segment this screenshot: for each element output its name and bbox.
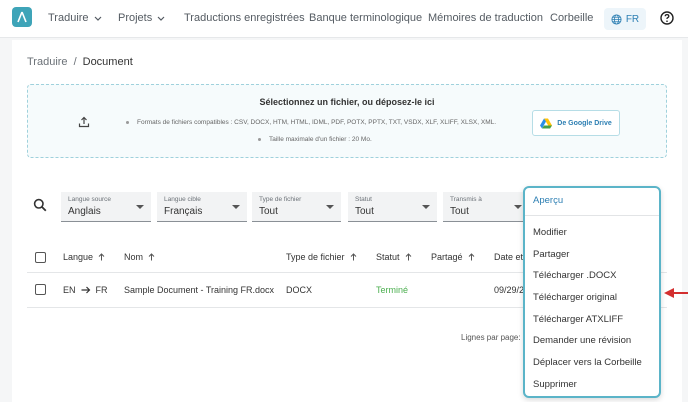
menu-item-demander-revision[interactable]: Demander une révision: [533, 335, 631, 346]
sort-arrow-up-icon: [468, 253, 474, 261]
filter-value: Anglais: [68, 206, 101, 217]
filter-value: Tout: [450, 206, 469, 217]
google-drive-icon: [540, 118, 553, 128]
filter-status[interactable]: Statut Tout: [348, 192, 437, 222]
filter-label: Transmis à: [450, 196, 482, 203]
row-language-pair: EN FR: [63, 285, 108, 295]
breadcrumb: Traduire / Document: [27, 56, 133, 68]
select-all-checkbox[interactable]: [35, 252, 46, 263]
bullet-dot: [126, 120, 129, 124]
nav-traduire-label: Traduire: [48, 12, 89, 24]
dropzone-formats: Formats de fichiers compatibles : CSV, D…: [137, 119, 497, 126]
dropzone-formats-line: Formats de fichiers compatibles : CSV, D…: [126, 119, 496, 126]
row-file-name[interactable]: Sample Document - Training FR.docx: [124, 285, 274, 295]
language-selector-button[interactable]: FR: [604, 8, 646, 30]
language-code: FR: [625, 13, 640, 25]
rows-per-page-label: Lignes par page:: [461, 333, 521, 342]
column-header-partage[interactable]: Partagé: [431, 252, 475, 262]
menu-item-telecharger-docx[interactable]: Télécharger .DOCX: [533, 270, 616, 281]
google-drive-label: De Google Drive: [557, 119, 612, 127]
filter-label: Type de fichier: [259, 196, 302, 203]
chevron-down-icon: [157, 16, 165, 21]
dropdown-arrow-icon: [514, 205, 522, 209]
row-source-lang: EN: [63, 285, 76, 295]
nav-traduire[interactable]: Traduire: [48, 12, 102, 24]
filter-file-type[interactable]: Type de fichier Tout: [252, 192, 341, 222]
chevron-down-icon: [94, 16, 101, 21]
dropdown-arrow-icon: [422, 205, 430, 209]
sort-arrow-up-icon: [148, 253, 155, 261]
filter-label: Statut: [355, 196, 372, 203]
dropdown-arrow-icon: [136, 205, 144, 209]
dropdown-arrow-icon: [232, 205, 240, 209]
filter-value: Français: [164, 206, 203, 217]
nav-traductions-label: Traductions enregistrées: [184, 12, 305, 24]
row-checkbox[interactable]: [35, 284, 46, 295]
search-icon: [33, 198, 47, 212]
help-button[interactable]: [660, 11, 674, 30]
nav-banque-label: Banque terminologique: [309, 12, 423, 24]
arrow-right-icon: [81, 286, 90, 294]
nav-corbeille-label: Corbeille: [550, 12, 594, 24]
menu-item-deplacer-corbeille[interactable]: Déplacer vers la Corbeille: [533, 357, 642, 368]
search-button[interactable]: [33, 198, 47, 217]
column-header-label: Type de fichier: [286, 252, 345, 262]
nav-memoires-label: Mémoires de traduction: [428, 12, 543, 24]
menu-divider: [525, 215, 659, 216]
filter-target-language[interactable]: Langue cible Français: [157, 192, 247, 222]
globe-icon: [611, 13, 622, 25]
sort-arrow-up-icon: [350, 253, 356, 261]
column-header-label: Partagé: [431, 252, 463, 262]
menu-item-modifier[interactable]: Modifier: [533, 227, 567, 238]
column-header-label: Statut: [376, 252, 400, 262]
menu-item-apercu[interactable]: Aperçu: [533, 195, 563, 206]
column-header-label: Langue: [63, 252, 94, 262]
filter-source-language[interactable]: Langue source Anglais: [61, 192, 151, 222]
column-header-nom[interactable]: Nom: [124, 252, 155, 262]
sort-arrow-up-icon: [405, 253, 411, 261]
row-target-lang: FR: [95, 285, 108, 295]
nav-banque-terminologique[interactable]: Banque terminologique: [309, 12, 422, 24]
column-header-label: Date et: [494, 252, 524, 262]
menu-item-telecharger-atxliff[interactable]: Télécharger ATXLIFF: [533, 314, 623, 325]
dropzone-maxsize-line: Taille maximale d'un fichier : 20 Mo.: [258, 136, 372, 143]
help-circle-icon: [660, 11, 674, 25]
top-navigation-bar: Traduire Projets Traductions enregistrée…: [0, 0, 688, 38]
filter-label: Langue source: [68, 196, 112, 203]
nav-projets-label: Projets: [118, 12, 153, 24]
bullet-dot: [258, 137, 261, 141]
nav-projets[interactable]: Projets: [118, 12, 165, 24]
nav-corbeille[interactable]: Corbeille: [550, 12, 593, 24]
filter-transmitted-to[interactable]: Transmis à Tout: [443, 192, 529, 222]
menu-item-supprimer[interactable]: Supprimer: [533, 379, 577, 390]
column-header-statut[interactable]: Statut: [376, 252, 412, 262]
filter-value: Tout: [259, 206, 278, 217]
breadcrumb-root-link[interactable]: Traduire: [27, 56, 68, 68]
breadcrumb-current: Document: [82, 56, 133, 68]
filter-value: Tout: [355, 206, 374, 217]
breadcrumb-separator: /: [73, 56, 77, 68]
sort-arrow-up-icon: [98, 253, 105, 261]
nav-traductions-enregistrees[interactable]: Traductions enregistrées: [184, 12, 305, 24]
menu-item-telecharger-original[interactable]: Télécharger original: [533, 292, 617, 303]
row-status: Terminé: [376, 285, 409, 295]
dropzone-title: Sélectionnez un fichier, ou déposez-le i…: [259, 97, 435, 107]
row-file-type: DOCX: [286, 285, 313, 295]
filter-label: Langue cible: [164, 196, 201, 203]
menu-item-partager[interactable]: Partager: [533, 249, 569, 260]
nav-memoires-traduction[interactable]: Mémoires de traduction: [428, 12, 543, 24]
app-logo-icon[interactable]: [12, 7, 32, 27]
annotation-arrow-icon: [664, 286, 688, 305]
google-drive-button[interactable]: De Google Drive: [532, 110, 620, 136]
dropdown-arrow-icon: [326, 205, 334, 209]
column-header-date[interactable]: Date et: [494, 252, 523, 262]
upload-icon: [78, 115, 90, 133]
file-dropzone[interactable]: Sélectionnez un fichier, ou déposez-le i…: [27, 84, 667, 158]
row-actions-menu: Aperçu Modifier Partager Télécharger .DO…: [523, 186, 661, 398]
row-date: 09/29/2: [494, 285, 525, 295]
column-header-label: Nom: [124, 252, 144, 262]
column-header-type[interactable]: Type de fichier: [286, 252, 357, 262]
dropzone-max-size: Taille maximale d'un fichier : 20 Mo.: [269, 136, 372, 143]
column-header-langue[interactable]: Langue: [63, 252, 105, 262]
